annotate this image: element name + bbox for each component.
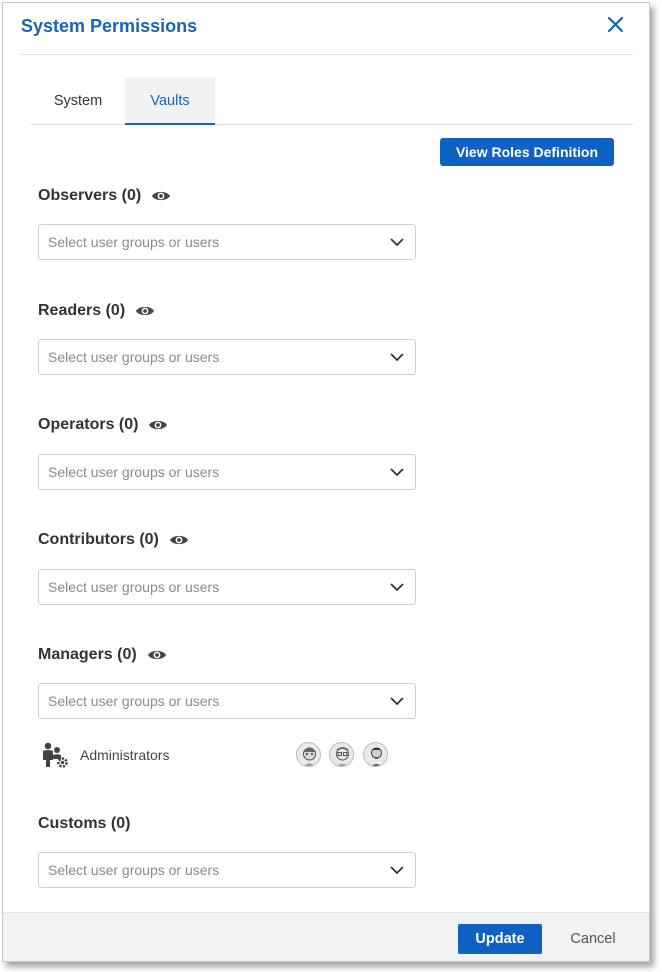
cancel-button[interactable]: Cancel xyxy=(558,924,628,954)
readers-label-text: Readers (0) xyxy=(38,302,126,319)
customs-select[interactable]: Select user groups or users xyxy=(38,852,416,888)
admin-group-icon xyxy=(43,742,68,768)
eye-icon[interactable] xyxy=(151,189,171,203)
observers-placeholder: Select user groups or users xyxy=(48,234,220,250)
administrators-label: Administrators xyxy=(80,747,170,763)
dialog-header: System Permissions xyxy=(3,3,649,55)
contributors-label: Contributors (0) xyxy=(38,530,189,550)
close-button[interactable] xyxy=(605,14,627,36)
readers-placeholder: Select user groups or users xyxy=(48,349,220,365)
managers-label: Managers (0) xyxy=(38,645,167,665)
avatar[interactable] xyxy=(363,742,388,767)
contributors-select[interactable]: Select user groups or users xyxy=(38,569,416,605)
managers-group-row[interactable]: Administrators xyxy=(38,739,398,771)
dialog-title: System Permissions xyxy=(21,16,198,36)
close-icon xyxy=(607,16,624,33)
system-permissions-dialog: System Permissions System Vaults View Ro… xyxy=(2,2,650,962)
eye-icon[interactable] xyxy=(147,648,167,662)
operators-placeholder: Select user groups or users xyxy=(48,464,220,480)
operators-label: Operators (0) xyxy=(38,415,168,435)
operators-label-text: Operators (0) xyxy=(38,416,139,433)
chevron-down-icon xyxy=(390,353,404,362)
customs-label-text: Customs (0) xyxy=(38,815,131,832)
contributors-placeholder: Select user groups or users xyxy=(48,579,220,595)
managers-label-text: Managers (0) xyxy=(38,646,137,663)
avatar[interactable] xyxy=(329,742,354,767)
avatar-2-icon xyxy=(336,747,349,766)
tab-bar: System Vaults xyxy=(31,77,633,125)
chevron-down-icon xyxy=(390,468,404,477)
view-roles-definition-button[interactable]: View Roles Definition xyxy=(440,138,614,166)
managers-placeholder: Select user groups or users xyxy=(48,693,220,709)
operators-select[interactable]: Select user groups or users xyxy=(38,454,416,490)
eye-icon[interactable] xyxy=(135,304,155,318)
observers-select[interactable]: Select user groups or users xyxy=(38,224,416,260)
managers-select[interactable]: Select user groups or users xyxy=(38,683,416,719)
observers-label: Observers (0) xyxy=(38,186,171,206)
chevron-down-icon xyxy=(390,238,404,247)
dialog-footer: Update Cancel xyxy=(3,912,649,961)
readers-label: Readers (0) xyxy=(38,301,155,321)
header-divider xyxy=(21,54,633,55)
chevron-down-icon xyxy=(390,697,404,706)
readers-select[interactable]: Select user groups or users xyxy=(38,339,416,375)
tab-vaults[interactable]: Vaults xyxy=(125,77,215,125)
update-button[interactable]: Update xyxy=(458,924,542,954)
observers-label-text: Observers (0) xyxy=(38,187,142,204)
chevron-down-icon xyxy=(390,583,404,592)
avatar-1-icon xyxy=(303,747,316,766)
customs-placeholder: Select user groups or users xyxy=(48,862,220,878)
avatar-3-icon xyxy=(371,747,382,766)
customs-label: Customs (0) xyxy=(38,814,130,834)
eye-icon[interactable] xyxy=(148,418,168,432)
contributors-label-text: Contributors (0) xyxy=(38,531,159,548)
avatar[interactable] xyxy=(296,742,321,767)
chevron-down-icon xyxy=(390,866,404,875)
tab-system[interactable]: System xyxy=(31,77,125,125)
eye-icon[interactable] xyxy=(169,533,189,547)
